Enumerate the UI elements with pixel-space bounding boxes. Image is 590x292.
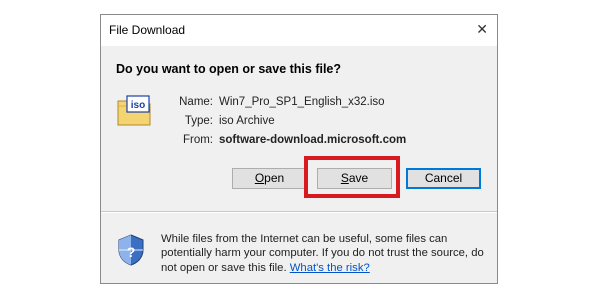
dialog-heading: Do you want to open or save this file? xyxy=(116,62,342,76)
svg-text:?: ? xyxy=(127,244,136,260)
separator xyxy=(101,211,497,213)
cancel-button-label: Cancel xyxy=(424,171,463,185)
save-button-label: Save xyxy=(340,171,369,185)
shield-icon: ? xyxy=(118,234,144,266)
close-icon[interactable]: ✕ xyxy=(476,22,488,36)
type-label: Type: xyxy=(184,115,213,127)
open-button-label: Open xyxy=(254,171,285,185)
title-bar: File Download ✕ xyxy=(101,15,497,46)
dialog-title: File Download xyxy=(109,23,186,37)
file-download-dialog: File Download ✕ Do you want to open or s… xyxy=(100,14,498,284)
cancel-button[interactable]: Cancel xyxy=(406,168,481,189)
file-type: iso Archive xyxy=(219,115,275,127)
name-label: Name: xyxy=(179,96,213,108)
save-button[interactable]: Save xyxy=(317,168,392,189)
file-name: Win7_Pro_SP1_English_x32.iso xyxy=(219,96,385,108)
security-warning: While files from the Internet can be use… xyxy=(161,232,487,275)
open-button[interactable]: Open xyxy=(232,168,307,189)
file-source: software-download.microsoft.com xyxy=(219,134,407,146)
whats-the-risk-link[interactable]: What's the risk? xyxy=(290,262,370,274)
from-label: From: xyxy=(182,134,213,146)
